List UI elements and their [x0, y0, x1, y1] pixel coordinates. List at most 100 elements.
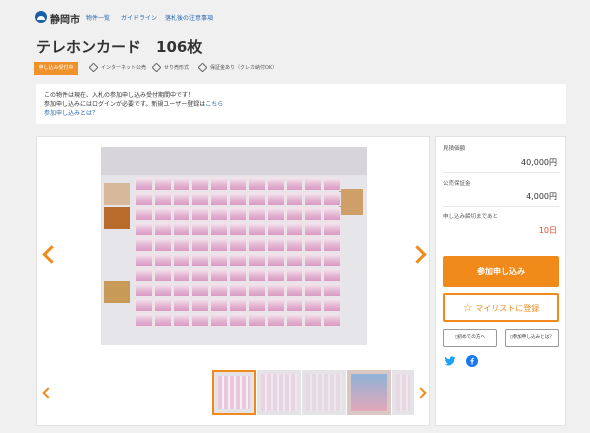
telephone-card — [266, 297, 285, 312]
tag-deposit: 保証金あり（クレカ納付OK） — [197, 62, 278, 73]
city-logo-icon[interactable] — [35, 11, 47, 23]
register-link[interactable]: こちら — [205, 101, 223, 108]
telephone-card — [323, 237, 341, 252]
mylist-label: マイリストに登録 — [475, 304, 540, 313]
about-apply-link[interactable]: 参加申し込みとは？ — [44, 108, 98, 117]
telephone-card — [266, 177, 285, 192]
guide-button[interactable]: ▯初めての方へ — [443, 329, 497, 347]
telephone-card-grid — [135, 177, 341, 327]
tag-label: 保証金あり（クレカ納付OK） — [210, 65, 278, 71]
thumbnail[interactable] — [302, 370, 346, 415]
telephone-card — [229, 207, 247, 222]
telephone-card — [191, 177, 210, 192]
telephone-card — [323, 207, 341, 222]
tag-auction-format: せり売形式 — [151, 62, 189, 73]
telephone-card — [135, 297, 153, 312]
telephone-card — [172, 252, 191, 267]
nav-item-list[interactable]: 物件一覧 — [86, 13, 110, 22]
chevron-left-icon[interactable] — [42, 245, 61, 264]
telephone-card — [210, 282, 229, 297]
telephone-card — [247, 207, 266, 222]
deposit-value: 4,000円 — [526, 192, 557, 201]
thumbnail[interactable] — [212, 370, 256, 415]
tag-icon — [151, 62, 162, 73]
main-photo[interactable] — [101, 147, 367, 345]
telephone-card — [304, 237, 323, 252]
telephone-card — [304, 312, 323, 327]
site-name[interactable]: 静岡市 — [50, 11, 80, 26]
telephone-card — [285, 192, 304, 207]
thumb-next-icon[interactable] — [415, 387, 427, 399]
photo-detail — [104, 207, 130, 229]
telephone-card — [304, 282, 323, 297]
telephone-card — [153, 192, 172, 207]
telephone-card — [229, 237, 247, 252]
telephone-card — [210, 222, 229, 237]
tag-internet-auction: インターネット公売 — [88, 62, 147, 73]
telephone-card — [191, 207, 210, 222]
telephone-card — [172, 297, 191, 312]
telephone-card — [210, 252, 229, 267]
telephone-card — [191, 312, 210, 327]
telephone-card — [172, 312, 191, 327]
telephone-card — [153, 177, 172, 192]
telephone-card — [135, 312, 153, 327]
tag-icon — [197, 62, 208, 73]
telephone-card — [135, 222, 153, 237]
time-left-value: 10日 — [538, 226, 557, 235]
chevron-right-icon[interactable] — [408, 245, 427, 264]
photo-detail — [339, 189, 363, 215]
telephone-card — [323, 267, 341, 282]
telephone-card — [191, 282, 210, 297]
start-price-value: 40,000円 — [521, 158, 557, 167]
star-icon: ☆ — [462, 301, 473, 314]
nav-item-after-bid[interactable]: 落札後の注意事項 — [165, 13, 213, 22]
telephone-card — [135, 207, 153, 222]
page-title: テレホンカード 106枚 — [36, 38, 203, 56]
thumbnail[interactable] — [392, 370, 414, 415]
tag-label: インターネット公売 — [101, 65, 147, 71]
telephone-card — [210, 207, 229, 222]
telephone-card — [304, 252, 323, 267]
thumbnail[interactable] — [347, 370, 391, 415]
nav-item-guideline[interactable]: ガイドライン — [121, 13, 157, 22]
thumbnail[interactable] — [257, 370, 301, 415]
telephone-card — [191, 192, 210, 207]
thumbnail-image — [306, 374, 342, 411]
notice-text: この物件は現在、入札の参加申し込み受付期間中です！ — [44, 92, 195, 99]
add-to-mylist-button[interactable]: ☆ マイリストに登録 — [443, 293, 559, 322]
telephone-card — [304, 297, 323, 312]
about-label: 参加申し込みとは？ — [512, 335, 554, 340]
guide-label: 初めての方へ — [457, 335, 486, 340]
telephone-card — [285, 282, 304, 297]
auction-info-panel: 見積価額 40,000円 公売保証金 4,000円 申し込み締切まであと 10日… — [435, 136, 566, 426]
image-gallery — [36, 136, 430, 426]
deposit-label: 公売保証金 — [443, 181, 471, 187]
about-apply-button[interactable]: ▯参加申し込みとは？ — [505, 329, 559, 347]
telephone-card — [191, 267, 210, 282]
telephone-card — [285, 207, 304, 222]
telephone-card — [285, 222, 304, 237]
telephone-card — [247, 192, 266, 207]
telephone-card — [323, 192, 341, 207]
telephone-card — [266, 237, 285, 252]
telephone-card — [304, 192, 323, 207]
twitter-icon[interactable] — [444, 355, 456, 367]
telephone-card — [266, 312, 285, 327]
thumb-prev-icon[interactable] — [42, 387, 54, 399]
telephone-card — [153, 312, 172, 327]
telephone-card — [135, 282, 153, 297]
telephone-card — [153, 297, 172, 312]
status-badge: 申し込み受付中 — [34, 62, 78, 75]
apply-button[interactable]: 参加申し込み — [443, 256, 559, 287]
telephone-card — [210, 312, 229, 327]
telephone-card — [153, 252, 172, 267]
telephone-card — [266, 207, 285, 222]
telephone-card — [247, 282, 266, 297]
thumbnail-image — [351, 374, 387, 411]
facebook-icon[interactable] — [466, 355, 478, 367]
telephone-card — [266, 252, 285, 267]
telephone-card — [135, 177, 153, 192]
notice-box: この物件は現在、入札の参加申し込み受付期間中です！ 参加申し込みにはログインが必… — [36, 84, 566, 124]
time-left-label: 申し込み締切まであと — [443, 214, 498, 220]
